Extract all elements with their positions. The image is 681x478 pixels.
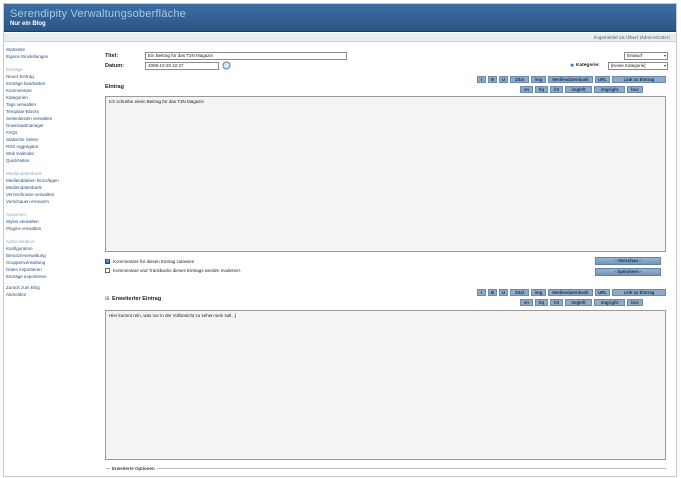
allow-comments-checkbox[interactable] bbox=[105, 258, 110, 264]
toolbar-bq-button[interactable]: bq bbox=[535, 86, 548, 93]
category-select-value: [Keine Kategorie] bbox=[611, 63, 646, 68]
toolbar-link-entry-button[interactable]: Link zu Eintrag bbox=[612, 76, 666, 83]
toolbar2-en-button[interactable]: en bbox=[520, 299, 533, 306]
extended-entry-label: Erweiterter Eintrag bbox=[112, 296, 162, 302]
category-label: Kategorie: bbox=[576, 63, 600, 68]
toolbar-en-button[interactable]: en bbox=[520, 86, 533, 93]
toolbar-box-button[interactable]: box bbox=[627, 86, 643, 93]
sidebar-item-neuer-eintrag[interactable]: Neuer Eintrag bbox=[6, 73, 96, 80]
toolbar2-h3-button[interactable]: h3 bbox=[550, 299, 563, 306]
entry-label: Eintrag bbox=[105, 84, 124, 90]
sidebar-heading-aussehen: Aussehen bbox=[6, 212, 27, 217]
toolbar2-quote-button[interactable]: Zitat bbox=[510, 289, 529, 296]
sidebar-item-eintraege-exportieren[interactable]: Einträge exportieren bbox=[6, 273, 96, 280]
vertical-scrollbar[interactable] bbox=[676, 4, 677, 477]
toolbar2-link-entry-button[interactable]: Link zu Eintrag bbox=[612, 289, 666, 296]
header-banner: Serendipity Verwaltungsoberfläche Nur ei… bbox=[4, 4, 676, 32]
sidebar-item-abmelden[interactable]: Abmelden bbox=[6, 291, 96, 298]
app-title: Serendipity Verwaltungsoberfläche bbox=[10, 8, 186, 20]
sidebar-item-statische-seiten[interactable]: Statische Seiten bbox=[6, 136, 96, 143]
collapse-toggle-icon[interactable]: ⊞ bbox=[105, 296, 109, 302]
moderate-checkbox[interactable] bbox=[105, 268, 110, 273]
advanced-options-legend[interactable]: Erweiterte Optionen bbox=[110, 466, 157, 471]
browser-frame: Serendipity Verwaltungsoberfläche Nur ei… bbox=[3, 3, 677, 477]
sidebar-item-zurueck-zum-blog[interactable]: Zurück zum Blog bbox=[6, 284, 96, 291]
toolbar2-img-button[interactable]: img bbox=[531, 289, 546, 296]
toolbar-img-button[interactable]: img bbox=[531, 76, 546, 83]
sidebar-heading-eintraege: Einträge bbox=[6, 67, 23, 72]
sidebar-item-faqs[interactable]: FAQs bbox=[6, 129, 96, 136]
moderate-label: Kommentare und Trackbacks dieses Eintrag… bbox=[113, 268, 242, 273]
toolbar2-url-button[interactable]: URL bbox=[595, 289, 610, 296]
toolbar-url-button[interactable]: URL bbox=[595, 76, 610, 83]
advanced-options-fieldset: Erweiterte Optionen bbox=[106, 466, 666, 476]
sidebar-item-styles[interactable]: Styles verwalten bbox=[6, 218, 96, 225]
user-status-bar: Angemeldet als Ulbert (Administrator) bbox=[4, 33, 676, 42]
save-button[interactable]: - Speichern - bbox=[595, 268, 661, 276]
date-input[interactable]: 2008-10-20 22:27 bbox=[145, 62, 219, 70]
sidebar-item-template-blocks[interactable]: Template-Blocks bbox=[6, 108, 96, 115]
sidebar-item-seitenleisten[interactable]: Seitenleisten verwalten bbox=[6, 115, 96, 122]
toolbar2-bold-button[interactable]: B bbox=[488, 289, 497, 296]
toolbar-imgleft-button[interactable]: imgleft bbox=[565, 86, 592, 93]
sidebar-item-kommentare[interactable]: Kommentare bbox=[6, 87, 96, 94]
chevron-down-icon: ▾ bbox=[663, 63, 666, 68]
blog-name: Nur ein Blog bbox=[10, 21, 46, 27]
allow-comments-label: Kommentare für diesen Eintrag zulassen bbox=[113, 259, 195, 264]
toolbar-imgright-button[interactable]: imgright bbox=[594, 86, 625, 93]
chevron-down-icon: ▾ bbox=[663, 53, 666, 58]
sidebar-item-verzeichnisse[interactable]: Verzeichnisse verwalten bbox=[6, 191, 96, 198]
title-label: Titel: bbox=[105, 53, 119, 59]
sidebar-item-gruppenverwaltung[interactable]: Gruppenverwaltung bbox=[6, 259, 96, 266]
sidebar-item-mediendatenbank[interactable]: Mediendatenbank bbox=[6, 184, 96, 191]
sidebar-item-konfiguration[interactable]: Konfiguration bbox=[6, 245, 96, 252]
sidebar-heading-administration: Administration bbox=[6, 239, 35, 244]
toolbar-quote-button[interactable]: Zitat bbox=[510, 76, 529, 83]
toolbar2-imgleft-button[interactable]: imgleft bbox=[565, 299, 592, 306]
title-input[interactable]: Ein Beitrag für das T3N Magazin bbox=[145, 52, 347, 60]
toolbar2-bq-button[interactable]: bq bbox=[535, 299, 548, 306]
toolbar2-underline-button[interactable]: U bbox=[499, 289, 508, 296]
sidebar-item-eigene-einstellungen[interactable]: Eigene Einstellungen bbox=[6, 53, 96, 60]
toolbar2-box-button[interactable]: box bbox=[627, 299, 643, 306]
sidebar-item-plugins[interactable]: Plugins verwalten bbox=[6, 225, 96, 232]
sidebar-item-eintraege-bearbeiten[interactable]: Einträge bearbeiten bbox=[6, 80, 96, 87]
preview-button[interactable]: - Vorschau - bbox=[595, 257, 661, 265]
logged-in-text: Angemeldet als Ulbert (Administrator) bbox=[593, 35, 670, 40]
toolbar-bold-button[interactable]: B bbox=[488, 76, 497, 83]
calendar-reset-icon[interactable] bbox=[222, 61, 231, 70]
sidebar-item-vorschauen[interactable]: Vorschauen erneuern bbox=[6, 198, 96, 205]
sidebar-item-rss-aggregator[interactable]: RSS Aggregator bbox=[6, 143, 96, 150]
category-select[interactable]: [Keine Kategorie] ▾ bbox=[608, 62, 668, 70]
extended-entry-textarea[interactable]: Hier kommt rein, was nur in der Vollansi… bbox=[105, 310, 666, 460]
toolbar-underline-button[interactable]: U bbox=[499, 76, 508, 83]
toolbar-h3-button[interactable]: h3 bbox=[550, 86, 563, 93]
toolbar-italic-button[interactable]: I bbox=[477, 76, 486, 83]
toolbar2-media-button[interactable]: Mediendatenbank bbox=[548, 289, 593, 296]
sidebar-heading-mediendatenbank: Mediendatenbank bbox=[6, 171, 42, 176]
sidebar-nav: Startseite Eigene Einstellungen Einträge… bbox=[6, 46, 96, 298]
sidebar-item-quicknotes[interactable]: QuickNotes bbox=[6, 157, 96, 164]
sidebar-item-mediendateien-hinzufuegen[interactable]: Mediendateien hinzufügen bbox=[6, 177, 96, 184]
sidebar-item-web-kalender[interactable]: Web Kalender bbox=[6, 150, 96, 157]
entry-textarea[interactable]: Ich schreibe einen Beitrag für das T3N M… bbox=[105, 96, 666, 252]
status-select-value: Entwurf bbox=[627, 53, 643, 58]
status-select[interactable]: Entwurf ▾ bbox=[624, 52, 668, 60]
sidebar-item-tags[interactable]: Tags verwalten bbox=[6, 101, 96, 108]
sidebar-item-daten-importieren[interactable]: Daten importieren bbox=[6, 266, 96, 273]
toolbar-media-button[interactable]: Mediendatenbank bbox=[548, 76, 593, 83]
category-star-icon: ✱ bbox=[570, 63, 575, 69]
sidebar-item-startseite[interactable]: Startseite bbox=[6, 46, 96, 53]
sidebar-item-downloadmanager[interactable]: Downloadmanager bbox=[6, 122, 96, 129]
toolbar2-imgright-button[interactable]: imgright bbox=[594, 299, 625, 306]
date-label: Datum: bbox=[105, 63, 124, 69]
toolbar2-italic-button[interactable]: I bbox=[477, 289, 486, 296]
sidebar-item-benutzerverwaltung[interactable]: Benutzerverwaltung bbox=[6, 252, 96, 259]
sidebar-item-kategorien[interactable]: Kategorien bbox=[6, 94, 96, 101]
